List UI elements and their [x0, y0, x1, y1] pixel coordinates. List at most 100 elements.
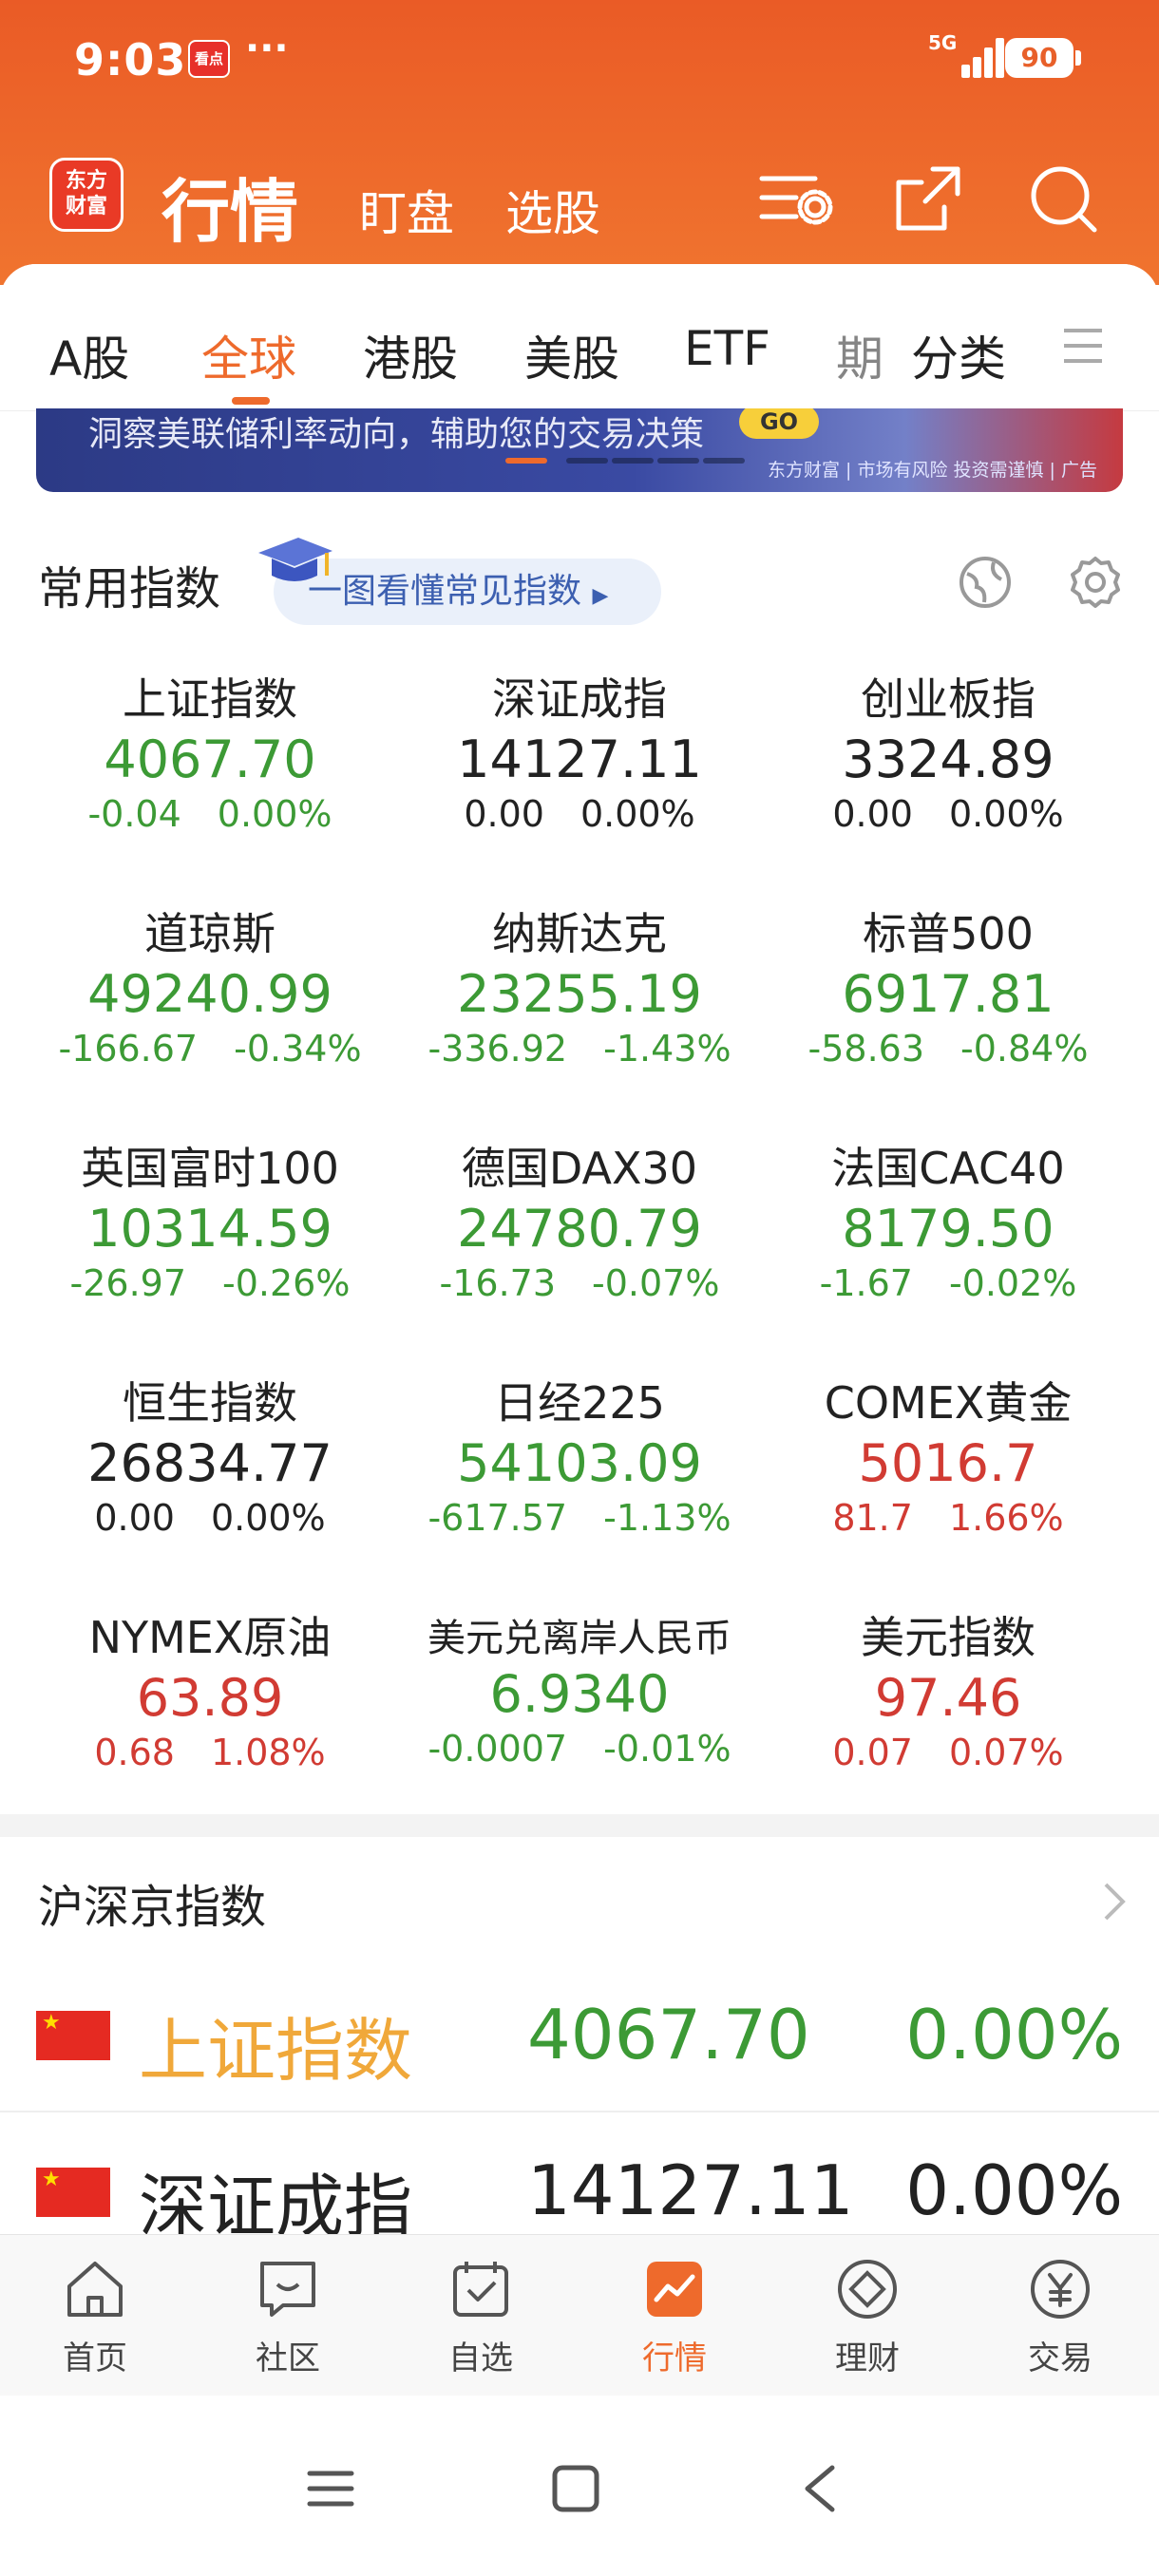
index-price: 97.46: [874, 1668, 1022, 1728]
nav-label: 交易: [1028, 2339, 1092, 2377]
menu-icon[interactable]: [1060, 325, 1106, 367]
chevron-right-icon[interactable]: [1102, 1881, 1127, 1923]
index-card[interactable]: 纳斯达克 23255.19 -336.92 -1.43%: [394, 900, 765, 1070]
index-card[interactable]: 法国CAC40 8179.50 -1.67 -0.02%: [763, 1134, 1133, 1304]
index-card[interactable]: COMEX黄金 5016.7 81.7 1.66%: [763, 1369, 1133, 1539]
market-tabs: A股 全球 港股 美股 ETF 期 分类: [0, 264, 1159, 411]
index-price: 26834.77: [87, 1433, 332, 1493]
home-icon: [67, 2262, 123, 2317]
nav-watchlist[interactable]: 自选: [414, 2256, 547, 2378]
index-change: 0.00: [832, 793, 913, 835]
index-change: -617.57: [428, 1497, 568, 1539]
bottom-nav: 首页 社区 自选 行情 理财 交易: [0, 2234, 1159, 2396]
tab-global[interactable]: 全球: [201, 321, 296, 389]
gear-icon[interactable]: [1068, 555, 1123, 610]
index-name: NYMEX原油: [88, 1612, 332, 1663]
tab-categories[interactable]: 分类: [907, 321, 1006, 389]
tab-watch[interactable]: 盯盘: [359, 176, 454, 244]
index-change: -16.73: [439, 1262, 557, 1304]
nav-label: 自选: [448, 2339, 513, 2377]
banner-text: 洞察美联储利率动向，辅助您的交易决策: [88, 415, 705, 454]
index-pct: -1.43%: [603, 1028, 732, 1070]
index-card[interactable]: 道琼斯 49240.99 -166.67 -0.34%: [25, 900, 395, 1070]
common-indices-title: 常用指数: [38, 562, 221, 616]
nav-trade[interactable]: 交易: [994, 2256, 1127, 2378]
index-price: 3324.89: [842, 729, 1054, 789]
home-button-icon[interactable]: [551, 2464, 600, 2513]
index-change: -58.63: [808, 1028, 925, 1070]
index-change: -1.67: [819, 1262, 913, 1304]
index-change-row: -617.57 -1.13%: [394, 1497, 765, 1539]
index-row-pct: 0.00%: [905, 1995, 1123, 2074]
index-price: 49240.99: [87, 964, 332, 1024]
index-change: -336.92: [428, 1028, 568, 1070]
index-price: 23255.19: [457, 964, 702, 1024]
recent-apps-icon[interactable]: [306, 2468, 355, 2510]
ad-banner[interactable]: 洞察美联储利率动向，辅助您的交易决策 GO 东方财富 | 市场有风险 投资需谨慎…: [36, 408, 1123, 492]
index-name: 恒生指数: [123, 1377, 297, 1429]
index-pct: -0.07%: [592, 1262, 720, 1304]
back-icon[interactable]: [800, 2464, 838, 2513]
app-logo: 东方 财富: [49, 158, 124, 232]
index-name: 美元兑离岸人民币: [428, 1617, 732, 1660]
search-icon[interactable]: [1026, 161, 1102, 237]
index-card[interactable]: 恒生指数 26834.77 0.00 0.00%: [25, 1369, 395, 1539]
index-pct: 0.00%: [580, 793, 695, 835]
graduation-cap-icon: [258, 538, 332, 581]
index-change-row: 0.00 0.00%: [25, 1497, 395, 1539]
index-change-row: 81.7 1.66%: [763, 1497, 1133, 1539]
tab-futures[interactable]: 期: [836, 321, 884, 389]
index-price: 4067.70: [104, 729, 316, 789]
banner-pagination: [469, 458, 754, 465]
nav-community[interactable]: 社区: [221, 2256, 354, 2378]
banner-go-button[interactable]: GO: [739, 408, 819, 439]
index-card[interactable]: 上证指数 4067.70 -0.04 0.00%: [25, 665, 395, 835]
market-chart-icon: [647, 2262, 702, 2317]
battery-icon: 90: [1005, 38, 1081, 78]
nav-wealth[interactable]: 理财: [801, 2256, 934, 2378]
index-card[interactable]: 英国富时100 10314.59 -26.97 -0.26%: [25, 1134, 395, 1304]
index-name: 道琼斯: [144, 908, 276, 959]
index-pct: -0.26%: [222, 1262, 351, 1304]
checklist-icon: [453, 2262, 508, 2317]
tab-us-stocks[interactable]: 美股: [524, 321, 619, 389]
system-nav-bar: [0, 2396, 1159, 2576]
index-change: -0.0007: [428, 1728, 568, 1770]
globe-icon[interactable]: [958, 555, 1013, 610]
tab-etf[interactable]: ETF: [684, 321, 770, 376]
index-change-row: -16.73 -0.07%: [394, 1262, 765, 1304]
tab-a-shares[interactable]: A股: [49, 321, 129, 389]
index-price: 63.89: [136, 1668, 284, 1728]
index-price: 10314.59: [87, 1199, 332, 1259]
page-title: 行情: [162, 172, 299, 252]
index-change-row: -336.92 -1.43%: [394, 1028, 765, 1070]
index-price: 24780.79: [457, 1199, 702, 1259]
index-card[interactable]: 日经225 54103.09 -617.57 -1.13%: [394, 1369, 765, 1539]
hjz-indices-title: 沪深京指数: [38, 1881, 267, 1934]
index-card[interactable]: 美元兑离岸人民币 6.9340 -0.0007 -0.01%: [394, 1603, 765, 1770]
index-card[interactable]: 创业板指 3324.89 0.00 0.00%: [763, 665, 1133, 835]
tab-hk-stocks[interactable]: 港股: [363, 321, 458, 389]
index-change-row: -166.67 -0.34%: [25, 1028, 395, 1070]
tab-stock-picker[interactable]: 选股: [505, 176, 600, 244]
banner-fine-print: 东方财富 | 市场有风险 投资需谨慎 | 广告: [768, 460, 1098, 481]
app-bar: 东方 财富 行情 盯盘 选股: [0, 133, 1159, 256]
index-row[interactable]: ★ 上证指数 4067.70 0.00%: [0, 1957, 1159, 2109]
nav-label: 理财: [835, 2339, 900, 2377]
share-icon[interactable]: [891, 161, 967, 237]
index-change: -0.04: [87, 793, 181, 835]
index-card[interactable]: NYMEX原油 63.89 0.68 1.08%: [25, 1603, 395, 1773]
index-card[interactable]: 美元指数 97.46 0.07 0.07%: [763, 1603, 1133, 1773]
index-card[interactable]: 德国DAX30 24780.79 -16.73 -0.07%: [394, 1134, 765, 1304]
index-card[interactable]: 深证成指 14127.11 0.00 0.00%: [394, 665, 765, 835]
chat-icon: [260, 2262, 315, 2317]
index-pct: -0.34%: [234, 1028, 362, 1070]
index-name: 日经225: [494, 1377, 665, 1429]
index-row-pct: 0.00%: [905, 2150, 1123, 2230]
index-row-name: 上证指数: [139, 2011, 413, 2091]
header: 9:03 看点 ··· 5G 90 东方 财富 行情 盯盘 选股: [0, 0, 1159, 285]
settings-list-icon[interactable]: [758, 161, 834, 237]
index-card[interactable]: 标普500 6917.81 -58.63 -0.84%: [763, 900, 1133, 1070]
nav-home[interactable]: 首页: [28, 2256, 162, 2378]
nav-market[interactable]: 行情: [608, 2256, 741, 2378]
